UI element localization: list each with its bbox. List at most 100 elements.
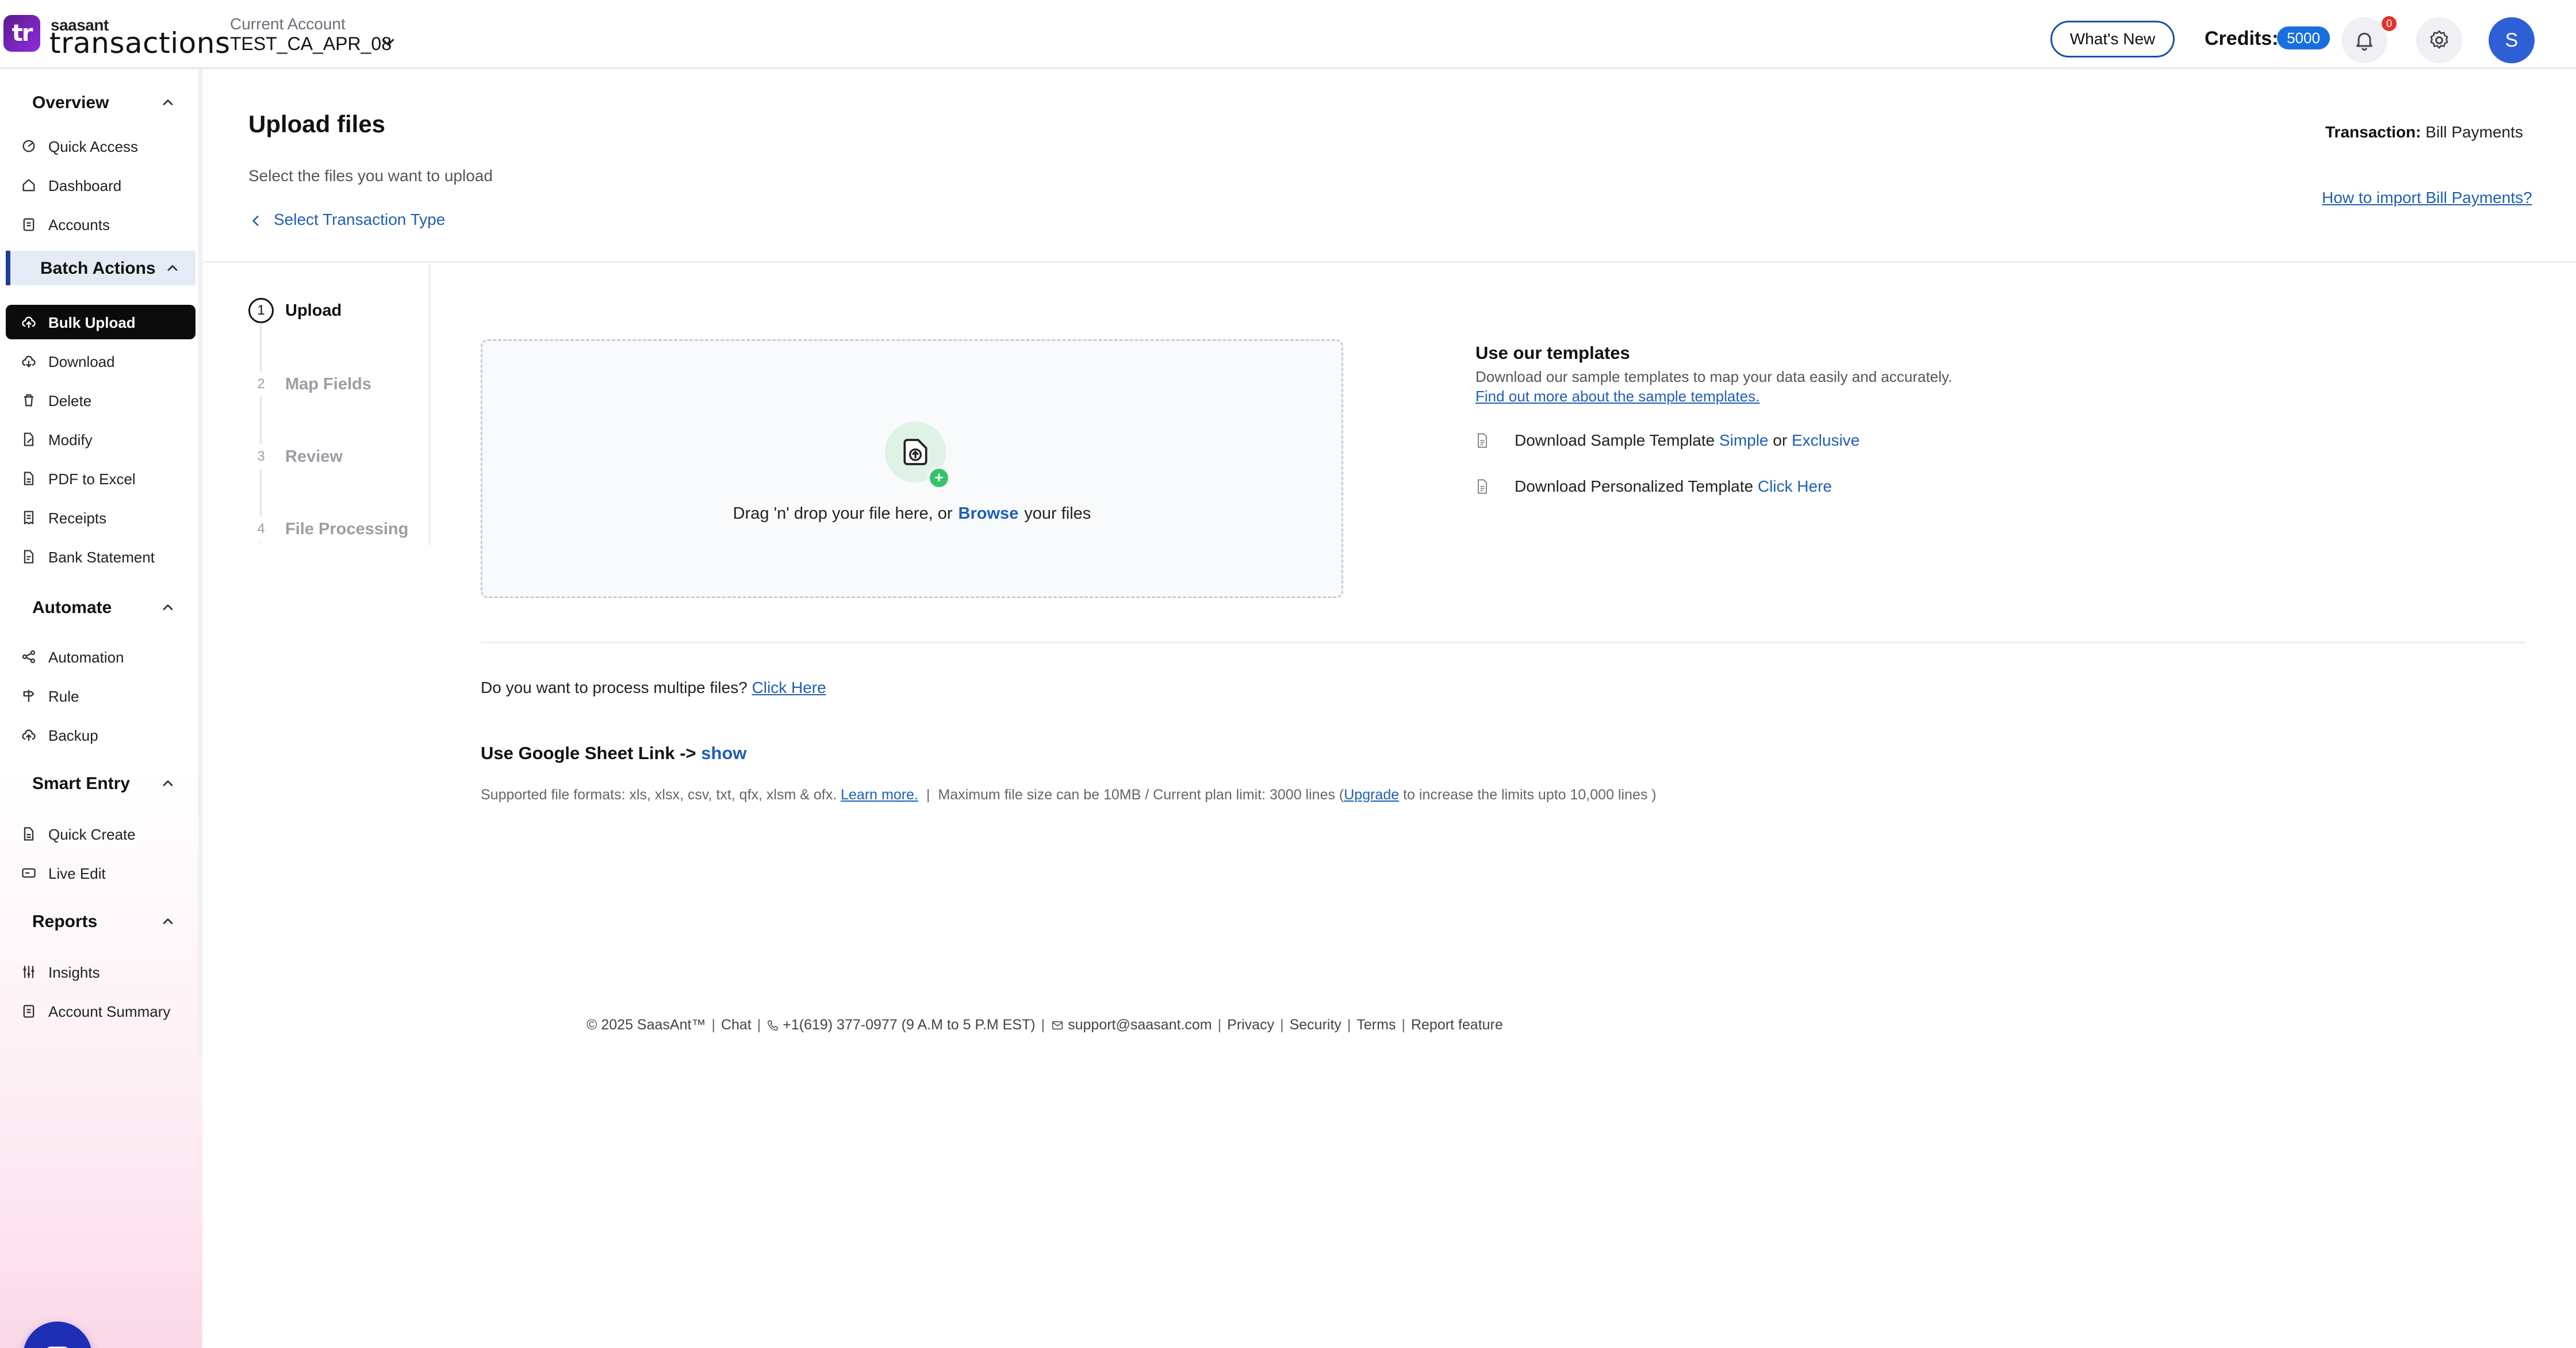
phone-icon bbox=[768, 1020, 779, 1031]
sidebar-item-label: Bulk Upload bbox=[48, 314, 136, 331]
clipboard-icon bbox=[23, 1005, 34, 1018]
statement-file-icon bbox=[24, 550, 34, 564]
credits-label: Credits: bbox=[2205, 28, 2279, 49]
notifications-button[interactable] bbox=[2341, 17, 2387, 63]
gear-icon bbox=[2430, 30, 2448, 49]
sidebar-item-insights[interactable]: Insights bbox=[6, 955, 195, 989]
receipt-icon bbox=[24, 511, 34, 524]
section-automate[interactable]: Automate bbox=[0, 590, 195, 625]
section-smart-entry[interactable]: Smart Entry bbox=[0, 766, 195, 801]
sidebar-item-dashboard[interactable]: Dashboard bbox=[6, 168, 195, 202]
sidebar-item-accounts[interactable]: Accounts bbox=[6, 207, 195, 242]
user-avatar[interactable]: S bbox=[2489, 17, 2535, 63]
trash-icon bbox=[24, 394, 34, 407]
templates-more-link[interactable]: Find out more about the sample templates… bbox=[1475, 388, 1759, 405]
google-sheet-prompt: Use Google Sheet Link -> show bbox=[481, 743, 747, 764]
sidebar-item-label: Download bbox=[48, 353, 115, 370]
separator: | bbox=[1280, 1017, 1284, 1033]
step-number: 4 bbox=[248, 516, 274, 542]
sidebar-item-delete[interactable]: Delete bbox=[6, 383, 195, 418]
sidebar-item-bulk-upload[interactable]: Bulk Upload bbox=[6, 305, 195, 339]
sidebar-item-rule[interactable]: Rule bbox=[6, 679, 195, 713]
sidebar-item-quick-access[interactable]: Quick Access bbox=[6, 129, 195, 163]
sidebar-item-label: Quick Create bbox=[48, 826, 136, 843]
mail-icon bbox=[1052, 1021, 1063, 1030]
sidebar-item-label: Insights bbox=[48, 964, 100, 981]
back-link-label: Select Transaction Type bbox=[274, 210, 446, 228]
sliders-icon bbox=[23, 966, 34, 978]
exclusive-template-link[interactable]: Exclusive bbox=[1792, 431, 1860, 449]
file-dropzone[interactable]: + Drag 'n' drop your file here, or Browse… bbox=[481, 339, 1343, 598]
footer-terms-link[interactable]: Terms bbox=[1356, 1017, 1396, 1033]
browse-link[interactable]: Browse bbox=[959, 504, 1019, 523]
page-title: Upload files bbox=[248, 110, 386, 137]
footer-privacy-link[interactable]: Privacy bbox=[1227, 1017, 1274, 1033]
footer-copyright: © 2025 SaasAnt™ bbox=[586, 1017, 706, 1033]
sidebar-item-automation[interactable]: Automation bbox=[6, 639, 195, 674]
sidebar-item-modify[interactable]: Modify bbox=[6, 422, 195, 457]
logo-icon[interactable]: tr bbox=[3, 15, 40, 52]
transaction-type-label: Transaction: bbox=[2325, 123, 2421, 141]
sidebar-item-label: Backup bbox=[48, 727, 98, 744]
sidebar-item-label: Receipts bbox=[48, 510, 107, 527]
personalized-template-link[interactable]: Click Here bbox=[1758, 477, 1832, 495]
google-sheet-label: Use Google Sheet Link -> bbox=[481, 743, 696, 763]
sidebar-scrollbar[interactable] bbox=[198, 69, 202, 1058]
chevron-up-icon bbox=[163, 99, 173, 105]
section-label: Overview bbox=[32, 93, 109, 112]
separator: | bbox=[1217, 1017, 1222, 1033]
footer-report-link[interactable]: Report feature bbox=[1411, 1017, 1503, 1033]
sidebar-item-live-edit[interactable]: Live Edit bbox=[6, 856, 195, 890]
live-edit-icon bbox=[22, 868, 36, 878]
simple-template-link[interactable]: Simple bbox=[1719, 431, 1769, 449]
notification-count-badge: 0 bbox=[2382, 16, 2397, 31]
chevron-up-icon bbox=[163, 604, 173, 610]
section-reports[interactable]: Reports bbox=[0, 904, 195, 939]
separator: | bbox=[1347, 1017, 1351, 1033]
sidebar-item-pdf-to-excel[interactable]: PDF to Excel bbox=[6, 461, 195, 496]
sidebar-item-quick-create[interactable]: Quick Create bbox=[6, 817, 195, 851]
templates-title: Use our templates bbox=[1475, 343, 1630, 363]
footer-phone[interactable]: +1(619) 377-0977 (9 A.M to 5 P.M EST) bbox=[783, 1017, 1035, 1033]
sidebar-item-label: PDF to Excel bbox=[48, 470, 136, 488]
settings-button[interactable] bbox=[2416, 17, 2462, 63]
upgrade-link[interactable]: Upgrade bbox=[1344, 787, 1399, 803]
chat-button[interactable] bbox=[23, 1322, 92, 1348]
limit-suffix: to increase the limits upto 10,000 lines… bbox=[1403, 787, 1657, 803]
sidebar: Overview Quick Access Dashboard Accounts… bbox=[0, 69, 202, 1348]
chevron-down-icon[interactable] bbox=[379, 33, 397, 51]
google-sheet-show-link[interactable]: show bbox=[701, 743, 746, 763]
top-header: tr saasant transactions Current Account … bbox=[0, 0, 2576, 69]
section-batch-actions[interactable]: Batch Actions bbox=[6, 251, 195, 285]
learn-more-link[interactable]: Learn more. bbox=[841, 787, 918, 803]
or-text: or bbox=[1773, 431, 1788, 449]
credits-badge: 5000 bbox=[2277, 26, 2330, 49]
sidebar-item-label: Delete bbox=[48, 392, 92, 409]
separator: | bbox=[926, 787, 930, 803]
sidebar-item-download[interactable]: Download bbox=[6, 344, 195, 378]
sidebar-item-label: Account Summary bbox=[48, 1003, 171, 1020]
multiple-files-link[interactable]: Click Here bbox=[752, 679, 826, 696]
section-overview[interactable]: Overview bbox=[0, 85, 195, 120]
section-label: Reports bbox=[32, 912, 98, 931]
select-transaction-type-link[interactable]: Select Transaction Type bbox=[248, 210, 445, 229]
footer-chat-link[interactable]: Chat bbox=[721, 1017, 752, 1033]
sidebar-item-backup[interactable]: Backup bbox=[6, 718, 195, 752]
sidebar-item-bank-statement[interactable]: Bank Statement bbox=[6, 539, 195, 574]
how-to-import-link[interactable]: How to import Bill Payments? bbox=[2322, 189, 2532, 207]
footer: © 2025 SaasAnt™ | Chat | +1(619) 377-0977 (9… bbox=[586, 1017, 1503, 1033]
bell-icon bbox=[2356, 32, 2372, 51]
footer-email[interactable]: support@saasant.com bbox=[1068, 1017, 1212, 1033]
sidebar-item-receipts[interactable]: Receipts bbox=[6, 500, 195, 535]
account-selector[interactable]: TEST_CA_APR_08 bbox=[230, 33, 392, 55]
divider bbox=[481, 642, 2525, 644]
limit-text: Maximum file size can be 10MB / Current … bbox=[938, 787, 1344, 803]
whats-new-button[interactable]: What's New bbox=[2050, 21, 2175, 58]
sidebar-item-account-summary[interactable]: Account Summary bbox=[6, 994, 195, 1028]
signpost-icon bbox=[23, 690, 34, 702]
step-label: Map Fields bbox=[285, 375, 371, 393]
sidebar-item-label: Rule bbox=[48, 688, 79, 705]
footer-security-link[interactable]: Security bbox=[1290, 1017, 1341, 1033]
transaction-type: Transaction: Bill Payments bbox=[2325, 123, 2523, 141]
chevron-up-icon bbox=[163, 918, 173, 924]
